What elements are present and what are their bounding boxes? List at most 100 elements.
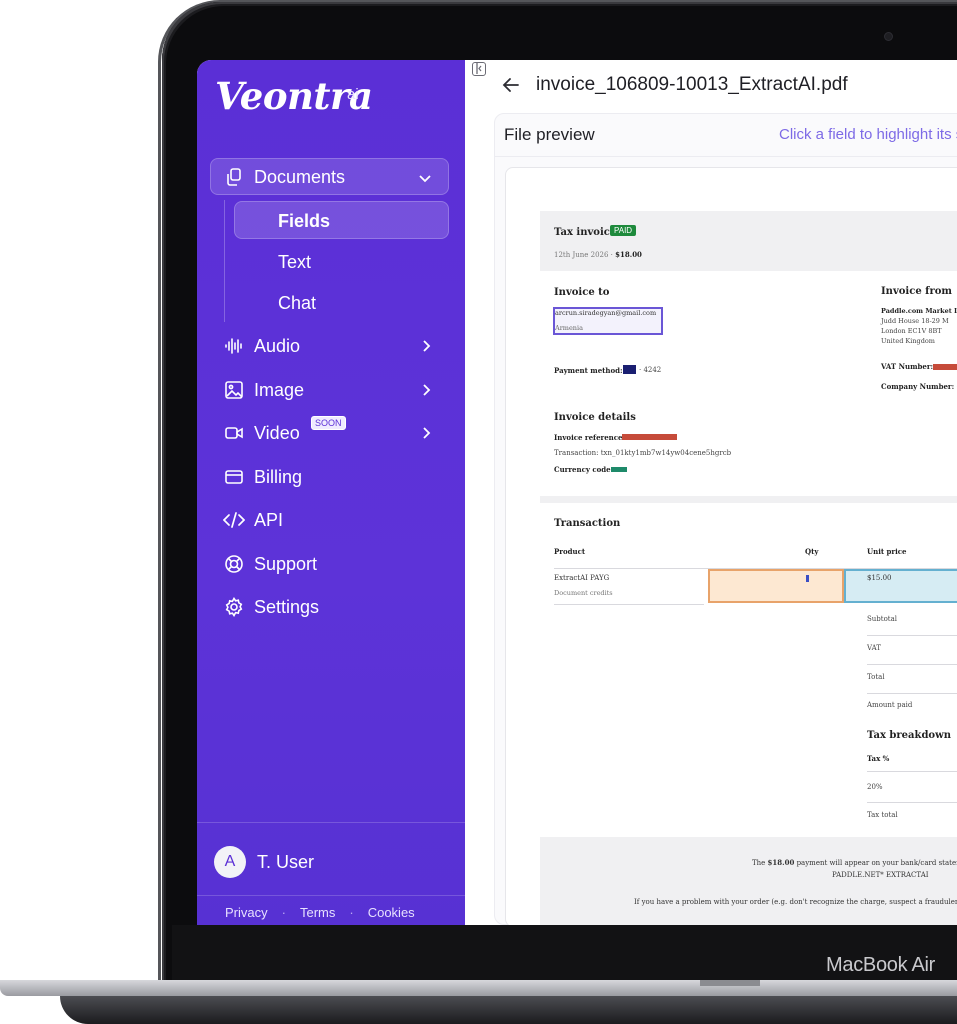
preview-divider — [494, 156, 957, 157]
brand-logo-sup: ai — [347, 86, 359, 103]
invoice-to-email[interactable]: arcrun.siradegyan@gmail.com — [555, 309, 656, 317]
preview-hint: Click a field to highlight its s — [779, 126, 957, 143]
device-model-label: MacBook Air — [826, 954, 935, 976]
documents-icon — [223, 166, 245, 188]
soon-badge: SOON — [311, 416, 346, 430]
col-qty: Qty — [805, 547, 819, 556]
sidebar-subitem-chat[interactable]: Chat — [278, 293, 316, 314]
col-product: Product — [554, 547, 586, 556]
tax-percent-col: Tax % — [867, 754, 890, 763]
sidebar-item-documents[interactable]: Documents — [223, 162, 345, 192]
vat-number-label: VAT Number: — [881, 362, 934, 371]
from-line-4: United Kingdom — [881, 337, 935, 345]
sidebar-item-support[interactable]: Support — [223, 549, 317, 579]
sidebar-item-label: Billing — [254, 466, 303, 487]
sidebar-item-label: Support — [254, 553, 318, 574]
waveform-icon — [223, 335, 245, 357]
company-number-label: Company Number: 0 — [881, 382, 957, 391]
cookies-link[interactable]: Cookies — [368, 905, 415, 920]
payment-last4: · 4242 — [639, 366, 662, 374]
visa-card-icon — [623, 365, 636, 374]
chevron-right-icon[interactable] — [419, 339, 433, 353]
paid-badge: PAID — [610, 225, 637, 236]
transaction-id: Transaction: txn_01kty1mb7w14yw04cene5hg… — [554, 449, 732, 457]
camera-icon — [884, 32, 893, 41]
help-note: If you have a problem with your order (e… — [634, 898, 957, 906]
currency-code-tag[interactable] — [611, 467, 627, 472]
lifebuoy-icon — [223, 553, 245, 575]
video-icon — [223, 422, 245, 444]
chevron-right-icon[interactable] — [419, 426, 433, 440]
product-name: ExtractAI PAYG — [554, 574, 610, 582]
col-unit-price: Unit price — [867, 547, 907, 556]
chevron-down-icon[interactable] — [418, 171, 432, 185]
invoice-title: Tax invoice — [554, 227, 617, 238]
sidebar-divider — [197, 895, 465, 896]
invoice-to-heading: Invoice to — [554, 287, 610, 298]
laptop-base-shadow — [60, 996, 957, 1024]
code-icon — [223, 509, 245, 531]
sidebar-item-label: Image — [254, 379, 305, 400]
sidebar-item-billing[interactable]: Billing — [223, 462, 302, 492]
back-arrow-icon[interactable] — [502, 76, 520, 94]
gear-icon — [223, 596, 245, 618]
summary-vat: VAT — [867, 644, 881, 652]
preview-title: File preview — [504, 125, 595, 144]
collapse-sidebar-icon[interactable] — [472, 62, 486, 76]
sidebar-item-label: API — [254, 509, 284, 530]
qty-value-marker — [806, 575, 809, 582]
user-name[interactable]: T. User — [257, 852, 314, 873]
terms-link[interactable]: Terms — [300, 905, 335, 920]
chevron-right-icon[interactable] — [419, 383, 433, 397]
sidebar-item-audio[interactable]: Audio — [223, 331, 300, 361]
tax-rate: 20% — [867, 783, 883, 791]
payment-method-label: Payment method: — [554, 366, 623, 375]
privacy-link[interactable]: Privacy — [225, 905, 268, 920]
summary-divider — [867, 693, 957, 694]
unit-price-value[interactable]: $15.00 — [867, 574, 892, 582]
from-line-1: Paddle.com Market L — [881, 307, 957, 315]
highlight-cell-unit-price[interactable] — [844, 569, 957, 603]
tax-breakdown-heading: Tax breakdown — [867, 730, 951, 741]
sidebar-item-label: Audio — [254, 335, 301, 356]
summary-total: Total — [867, 673, 885, 681]
sidebar-item-settings[interactable]: Settings — [223, 592, 319, 622]
sidebar-item-video[interactable]: Video — [223, 418, 300, 448]
tax-divider — [867, 771, 957, 772]
footer-links: Privacy · Terms · Cookies — [225, 905, 415, 920]
file-name: invoice_106809-10013_ExtractAI.pdf — [536, 74, 848, 95]
footer-separator: · — [349, 905, 354, 920]
invoice-reference-label: Invoice reference: — [554, 433, 626, 442]
footer-separator: · — [281, 905, 286, 920]
highlight-cell-qty[interactable] — [708, 569, 844, 603]
statement-suffix: payment will appear on your bank/card st… — [794, 859, 957, 867]
product-description: Document credits — [554, 589, 613, 597]
invoice-to-country: Armenia — [555, 324, 583, 332]
invoice-footer-band — [540, 837, 957, 925]
avatar[interactable]: A — [214, 846, 246, 878]
statement-note: The $18.00 payment will appear on your b… — [752, 858, 957, 867]
statement-prefix: The — [752, 859, 768, 867]
transaction-heading: Transaction — [554, 518, 621, 529]
summary-subtotal: Subtotal — [867, 615, 898, 623]
image-icon — [223, 379, 245, 401]
sidebar-subitem-fields[interactable]: Fields — [278, 211, 330, 232]
sidebar-subitem-text[interactable]: Text — [278, 252, 311, 273]
invoice-amount: $18.00 — [615, 250, 642, 259]
statement-merchant: PADDLE.NET* EXTRACTAI — [832, 871, 929, 879]
laptop-notch — [700, 980, 760, 986]
vat-number-redacted[interactable] — [933, 364, 957, 370]
invoice-details-heading: Invoice details — [554, 412, 636, 423]
statement-amount: $18.00 — [767, 858, 795, 867]
summary-amount-paid: Amount paid — [867, 701, 913, 709]
invoice-reference-redacted[interactable] — [622, 434, 677, 440]
sidebar-item-api[interactable]: API — [223, 505, 283, 535]
sidebar-item-image[interactable]: Image — [223, 375, 304, 405]
section-separator — [540, 496, 957, 503]
table-row-divider — [554, 604, 704, 605]
from-line-3: London EC1V 8BT — [881, 327, 942, 335]
laptop-base — [0, 980, 957, 996]
sidebar-item-label: Settings — [254, 596, 320, 617]
invoice-date-line: 12th June 2026 · $18.00 — [554, 250, 642, 259]
currency-code-label: Currency code: — [554, 465, 614, 474]
